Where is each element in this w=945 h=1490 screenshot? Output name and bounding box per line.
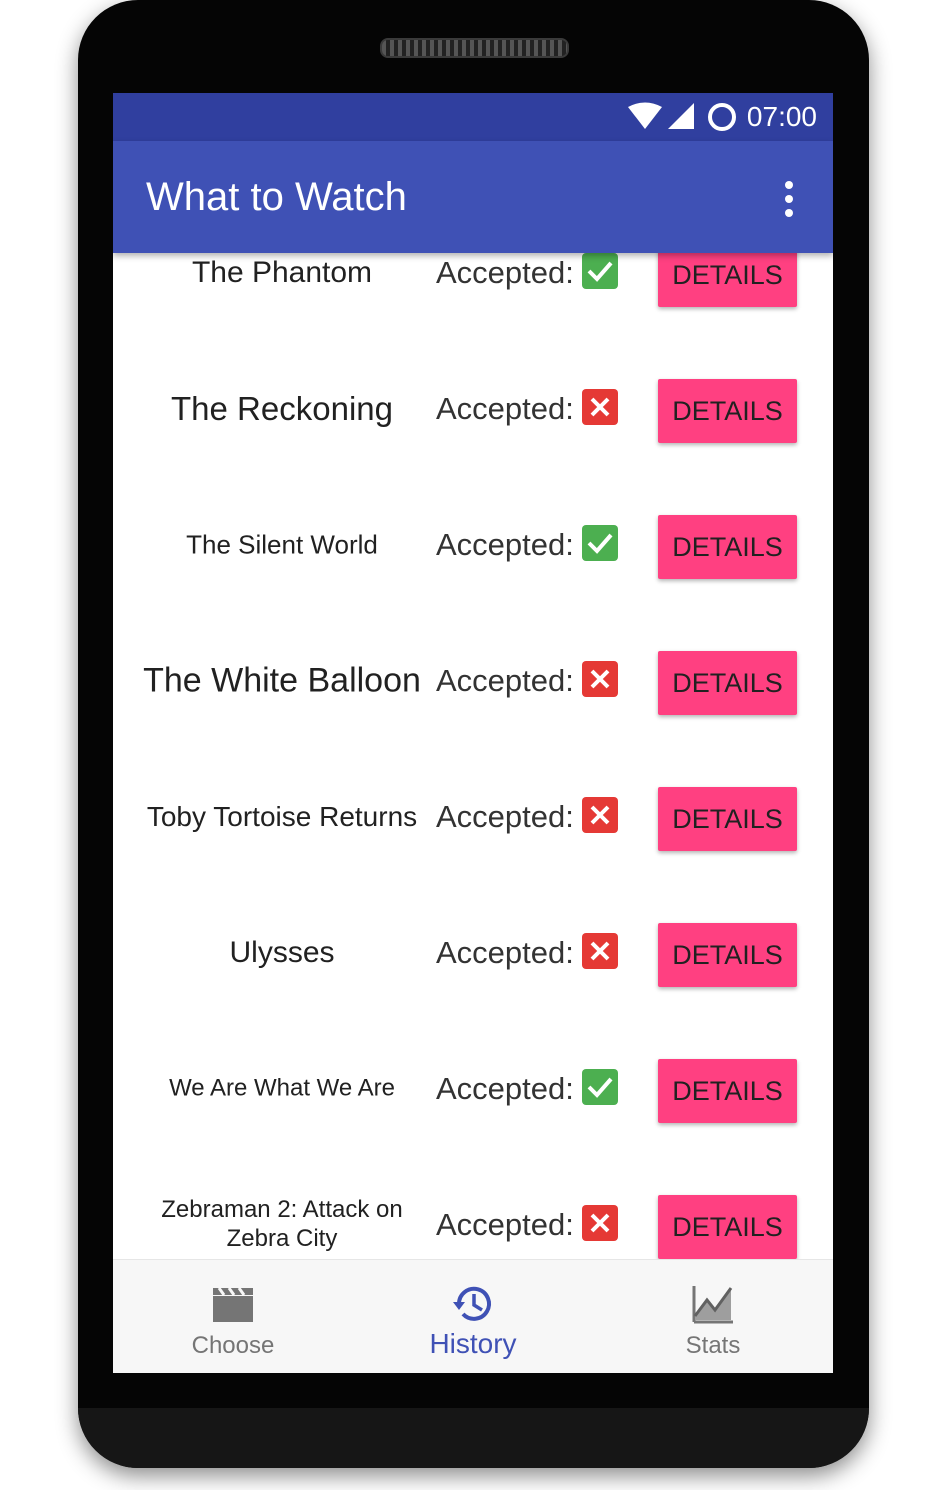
clapperboard-icon [213, 1287, 253, 1322]
accepted-label: Accepted: [436, 663, 574, 698]
check-icon [582, 525, 618, 561]
app-title: What to Watch [146, 175, 407, 219]
nav-item-choose[interactable]: Choose [113, 1260, 353, 1373]
accepted-label: Accepted: [436, 1207, 574, 1242]
accepted-label: Accepted: [436, 799, 574, 834]
cross-icon [582, 389, 618, 425]
details-button[interactable]: DETAILS [658, 515, 797, 579]
details-button[interactable]: DETAILS [658, 787, 797, 851]
wifi-icon [628, 102, 662, 129]
bottom-navigation: Choose History Stats [113, 1259, 833, 1373]
phone-speaker [380, 38, 569, 58]
nav-item-history[interactable]: History [353, 1260, 593, 1373]
details-button[interactable]: DETAILS [658, 651, 797, 715]
movie-title: We Are What We Are [169, 1074, 395, 1102]
movie-title: The Reckoning [171, 390, 393, 428]
movie-title: Ulysses [229, 936, 335, 969]
status-bar: 07:00 [113, 93, 833, 141]
details-button[interactable]: DETAILS [658, 923, 797, 987]
movie-title: The Silent World [186, 529, 378, 560]
more-vert-icon[interactable] [777, 179, 801, 219]
status-time: 07:00 [746, 101, 817, 132]
accepted-label: Accepted: [436, 527, 574, 562]
list-item: Zebraman 2: Attack on Zebra City Accepted… [113, 253, 833, 1259]
cross-icon [582, 797, 618, 833]
movie-title: Toby Tortoise Returns [146, 801, 418, 833]
check-icon [582, 1069, 618, 1105]
history-icon [453, 1286, 491, 1321]
nav-label-choose: Choose [191, 1332, 275, 1359]
app-bar: What to Watch [113, 141, 833, 253]
cross-icon [582, 1205, 618, 1241]
accepted-label: Accepted: [436, 935, 574, 970]
movie-title: The White Balloon [143, 661, 421, 700]
cross-icon [582, 661, 618, 697]
phone-chin [78, 1408, 869, 1468]
nav-label-stats: Stats [685, 1332, 741, 1359]
cell-signal-icon [668, 103, 694, 129]
cross-icon [582, 933, 618, 969]
nav-label-history: History [429, 1328, 517, 1359]
accepted-label: Accepted: [436, 1071, 574, 1106]
accepted-label: Accepted: [436, 391, 574, 426]
nav-item-stats[interactable]: Stats [593, 1260, 833, 1373]
details-button[interactable]: DETAILS [658, 1059, 797, 1123]
details-button[interactable]: DETAILS [658, 1195, 797, 1259]
movie-title: Zebraman 2: Attack on Zebra City [161, 1196, 403, 1252]
movie-history-list[interactable]: The Phantom Accepted: DETAILS The Reckoning… [113, 253, 833, 1259]
screen: 07:00 What to Watch The Phantom Accepted:… [113, 93, 833, 1373]
chart-icon [692, 1286, 733, 1324]
status-icons [628, 102, 736, 131]
battery-circle-icon [708, 103, 736, 131]
